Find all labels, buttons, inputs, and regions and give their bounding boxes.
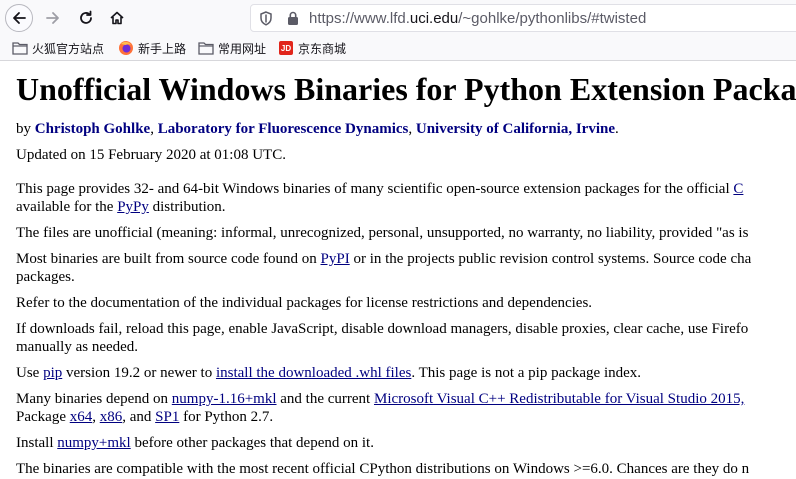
updated-text: Updated on 15 February 2020 at 01:08 UTC… [16, 147, 286, 163]
page-content: Unofficial Windows Binaries for Python E… [16, 61, 796, 479]
source-text: Most binaries are built from source code… [16, 251, 321, 267]
lock-icon[interactable] [287, 11, 299, 26]
pypi-link[interactable]: PyPI [321, 251, 350, 267]
install-whl-link[interactable]: install the downloaded .whl files [216, 365, 411, 381]
byline-by: by [16, 121, 35, 137]
pip-text: version 19.2 or newer to [62, 365, 216, 381]
downloads-line-1: If downloads fail, reload this page, ena… [16, 321, 749, 337]
bookmarks-toolbar: 火狐官方站点 新手上路 常用网址 JD 京东商城 [0, 36, 796, 61]
home-icon [110, 11, 124, 25]
depend-text: and the current [276, 391, 374, 407]
jd-icon: JD [278, 40, 294, 56]
source-line-2: packages. [16, 269, 75, 285]
bookmark-common-sites[interactable]: 常用网址 [198, 39, 266, 57]
byline-sep: , [408, 121, 416, 137]
x86-link[interactable]: x86 [100, 409, 123, 425]
depend-line-2: Package x64, x86, and SP1 for Python 2.7… [16, 408, 273, 426]
intro-text: available for the [16, 199, 118, 215]
url-prefix: https://www.lfd. [309, 10, 410, 27]
folder-icon [198, 40, 214, 56]
depend-text: , [92, 409, 100, 425]
url-bar[interactable]: https://www.lfd.uci.edu/~gohlke/pythonli… [250, 4, 796, 32]
forward-arrow-icon [46, 12, 59, 24]
university-link[interactable]: University of California, Irvine [416, 121, 615, 137]
bookmark-label: 常用网址 [218, 41, 267, 56]
intro-text: distribution. [148, 199, 226, 215]
install-text: before other packages that depend on it. [130, 435, 374, 451]
url-text[interactable]: https://www.lfd.uci.edu/~gohlke/pythonli… [309, 10, 646, 27]
byline: by Christoph Gohlke, Laboratory for Fluo… [16, 120, 619, 138]
bookmark-jd-mall[interactable]: JD 京东商城 [278, 39, 346, 57]
unofficial-paragraph: The files are unofficial (meaning: infor… [16, 225, 749, 241]
numpy-mkl-version-link[interactable]: numpy-1.16+mkl [172, 391, 277, 407]
bookmark-firefox-official[interactable]: 火狐官方站点 [12, 39, 104, 57]
source-text: or in the projects public revision contr… [349, 251, 752, 267]
depend-text: Package [16, 409, 70, 425]
browser-toolbar: https://www.lfd.uci.edu/~gohlke/pythonli… [0, 0, 796, 36]
reload-button[interactable] [72, 4, 100, 32]
install-numpy-paragraph: Install numpy+mkl before other packages … [16, 434, 374, 452]
depend-text: Many binaries depend on [16, 391, 172, 407]
numpy-mkl-link[interactable]: numpy+mkl [57, 435, 130, 451]
sp1-link[interactable]: SP1 [155, 409, 179, 425]
x64-link[interactable]: x64 [70, 409, 93, 425]
pip-link[interactable]: pip [43, 365, 62, 381]
bookmark-label: 京东商城 [298, 41, 347, 56]
back-arrow-icon [13, 12, 26, 24]
pip-text: . This page is not a pip package index. [411, 365, 642, 381]
vc-redist-link[interactable]: Microsoft Visual C++ Redistributable for… [374, 391, 744, 407]
source-line-1: Most binaries are built from source code… [16, 250, 751, 268]
url-suffix: /~gohlke/pythonlibs/#twisted [458, 10, 647, 27]
forward-button[interactable] [39, 4, 67, 32]
depend-text: for Python 2.7. [179, 409, 274, 425]
author-link[interactable]: Christoph Gohlke [35, 121, 150, 137]
lab-link[interactable]: Laboratory for Fluorescence Dynamics [158, 121, 409, 137]
reload-icon [80, 10, 92, 24]
home-button[interactable] [103, 4, 131, 32]
intro-line-1: This page provides 32- and 64-bit Window… [16, 180, 743, 198]
license-paragraph: Refer to the documentation of the indivi… [16, 295, 593, 311]
url-domain: uci.edu [409, 10, 459, 27]
page-title: Unofficial Windows Binaries for Python E… [16, 71, 796, 107]
bookmark-getting-started[interactable]: 新手上路 [118, 39, 186, 57]
downloads-line-2: manually as needed. [16, 339, 139, 355]
pip-paragraph: Use pip version 19.2 or newer to install… [16, 364, 641, 382]
depend-line-1: Many binaries depend on numpy-1.16+mkl a… [16, 390, 744, 408]
tracking-shield-icon[interactable] [259, 11, 273, 26]
folder-icon [12, 40, 28, 56]
firefox-icon [118, 40, 134, 56]
byline-sep: , [150, 121, 158, 137]
pip-text: Use [16, 365, 44, 381]
bookmark-label: 新手上路 [138, 41, 187, 56]
intro-line-2: available for the PyPy distribution. [16, 198, 226, 216]
intro-text: This page provides 32- and 64-bit Window… [16, 181, 734, 197]
depend-text: , and [122, 409, 156, 425]
pypy-link[interactable]: PyPy [117, 199, 149, 215]
jd-logo-text: JD [279, 41, 293, 55]
byline-end: . [615, 121, 619, 137]
bookmark-label: 火狐官方站点 [32, 41, 105, 56]
cpython-link[interactable]: C [733, 181, 743, 197]
install-text: Install [16, 435, 58, 451]
back-button[interactable] [5, 4, 33, 32]
compat-paragraph: The binaries are compatible with the mos… [16, 461, 750, 477]
